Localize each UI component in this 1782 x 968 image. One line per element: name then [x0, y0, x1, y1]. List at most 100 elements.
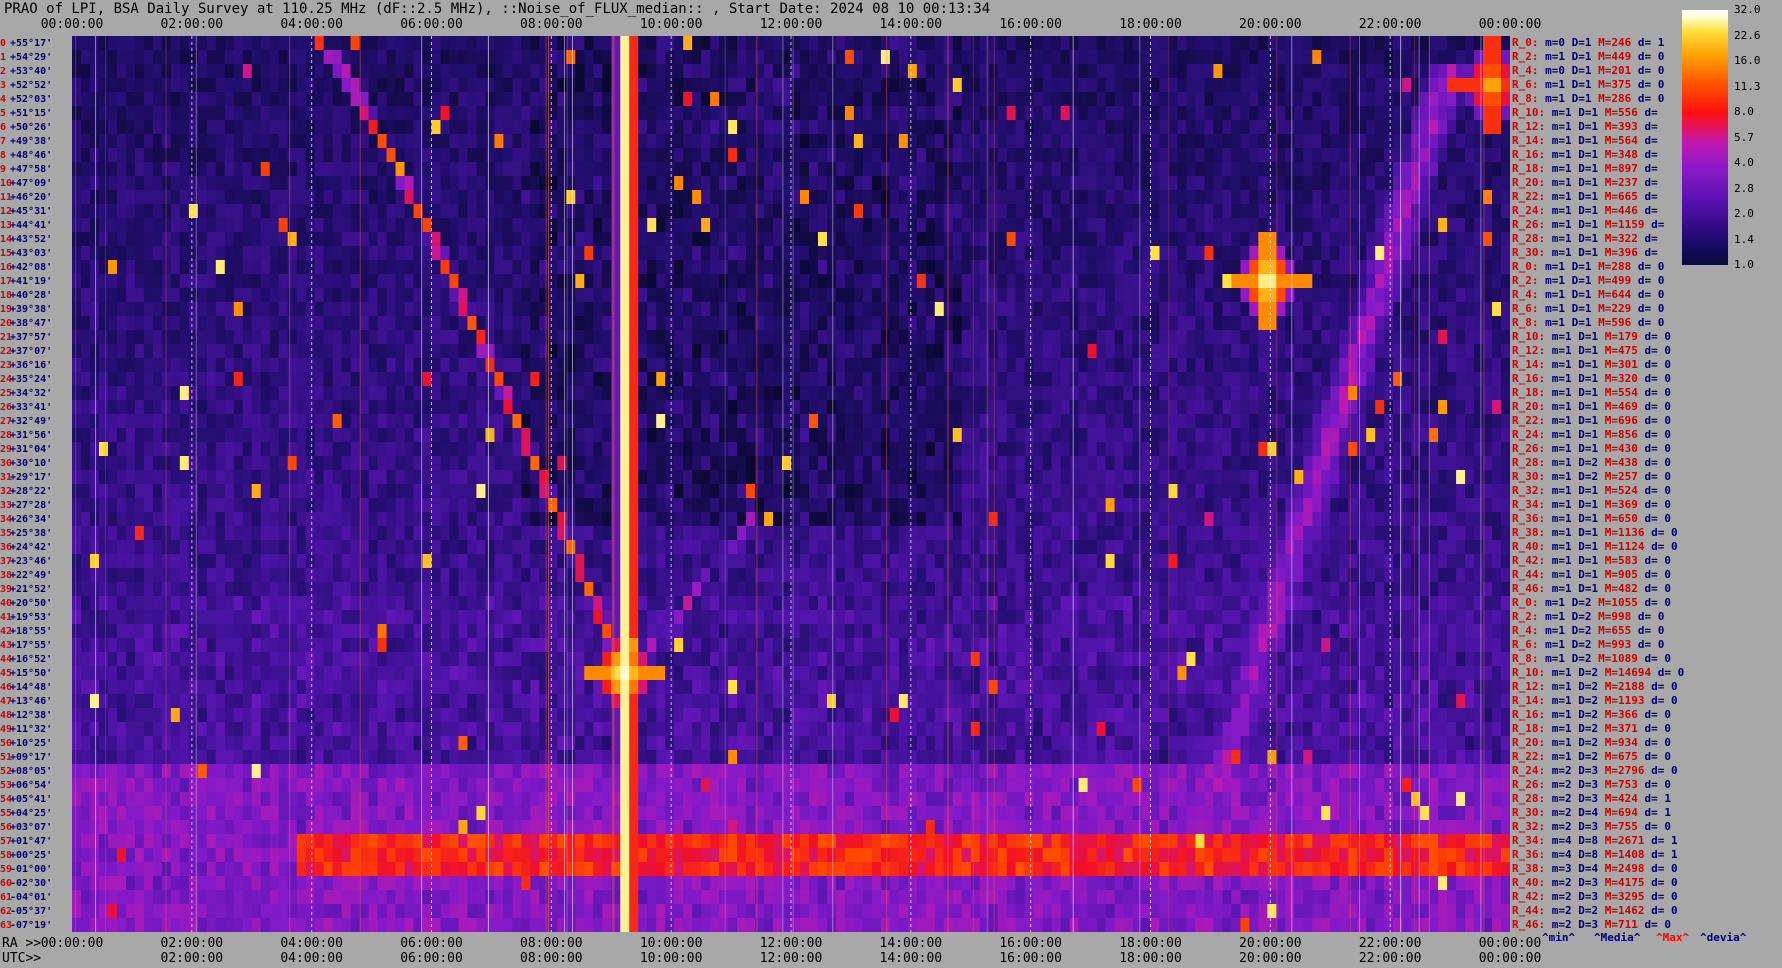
heatmap-cell	[1096, 176, 1107, 191]
heatmap-cell	[1231, 36, 1241, 51]
heatmap-cell	[1231, 204, 1241, 219]
heatmap-cell	[701, 162, 711, 177]
heatmap-cell	[566, 134, 576, 149]
heatmap-cell	[764, 106, 774, 121]
heatmap-cell	[260, 302, 271, 317]
heatmap-cell	[1114, 372, 1125, 387]
heatmap-cell	[260, 190, 271, 205]
heatmap-cell	[350, 246, 361, 261]
heatmap-cell	[1240, 274, 1250, 289]
heatmap-cell	[1249, 36, 1259, 51]
heatmap-cell	[467, 218, 478, 233]
heatmap-cell	[431, 92, 442, 107]
heatmap-cell	[143, 274, 154, 289]
heatmap-cell	[773, 246, 783, 261]
heatmap-cell	[1150, 176, 1161, 191]
heatmap-cell	[1348, 162, 1358, 177]
heatmap-cell	[692, 372, 702, 387]
heatmap-cell	[638, 106, 648, 121]
heatmap-cell	[1132, 288, 1143, 303]
heatmap-cell	[620, 344, 630, 359]
heatmap-cell	[341, 92, 352, 107]
heatmap-cell	[961, 162, 972, 177]
heatmap-cell	[72, 50, 82, 65]
heatmap-cell	[1438, 218, 1448, 233]
heatmap-cell	[584, 176, 594, 191]
heatmap-cell	[602, 428, 612, 443]
heatmap-cell	[791, 302, 801, 317]
heatmap-cell	[764, 36, 774, 51]
heatmap-cell	[1402, 428, 1412, 443]
heatmap-cell	[305, 64, 316, 79]
heatmap-cell	[377, 316, 388, 331]
heatmap-cell	[889, 190, 900, 205]
heatmap-cell	[1105, 344, 1116, 359]
heatmap-cell	[323, 302, 334, 317]
heatmap-cell	[467, 358, 478, 373]
heatmap-cell	[143, 218, 154, 233]
heatmap-cell	[817, 274, 828, 289]
heatmap-cell	[782, 36, 792, 51]
heatmap-cell	[988, 358, 999, 373]
heatmap-cell	[1330, 190, 1340, 205]
heatmap-cell	[880, 106, 891, 121]
heatmap-cell	[737, 134, 747, 149]
heatmap-cell	[197, 386, 208, 401]
heatmap-cell	[1042, 344, 1053, 359]
heatmap-cell	[719, 358, 729, 373]
heatmap-cell	[1042, 330, 1053, 345]
heatmap-cell	[620, 260, 630, 275]
heatmap-cell	[1240, 358, 1250, 373]
heatmap-cell	[1015, 106, 1026, 121]
heatmap-cell	[916, 386, 927, 401]
heatmap-cell	[1330, 106, 1340, 121]
declination-label: 45+15°50'	[0, 668, 52, 679]
heatmap-cell	[728, 218, 738, 233]
heatmap-cell	[1141, 414, 1152, 429]
heatmap-cell	[1294, 120, 1304, 135]
heatmap-cell	[215, 204, 226, 219]
heatmap-cell	[1087, 134, 1098, 149]
heatmap-cell	[1375, 176, 1385, 191]
heatmap-cell	[350, 64, 361, 79]
row-index: 32	[0, 485, 13, 497]
heatmap-cell	[1258, 400, 1268, 415]
heatmap-cell	[1114, 190, 1125, 205]
row-index: 31	[0, 471, 13, 483]
heatmap-cell	[1375, 414, 1385, 429]
heatmap-cell	[1294, 176, 1304, 191]
row-index: 48	[0, 709, 13, 721]
heatmap-cell	[368, 50, 379, 65]
heatmap-cell	[467, 162, 478, 177]
heatmap-cell	[1366, 162, 1376, 177]
heatmap-cell	[1150, 330, 1161, 345]
heatmap-cell	[368, 260, 379, 275]
heatmap-cell	[260, 218, 271, 233]
heatmap-cell	[530, 162, 540, 177]
heatmap-cell	[305, 190, 316, 205]
heatmap-cell	[683, 162, 693, 177]
heatmap-cell	[1375, 190, 1385, 205]
heatmap-cell	[197, 232, 208, 247]
heatmap-cell	[575, 316, 585, 331]
heatmap-cell	[1402, 148, 1412, 163]
heatmap-cell	[134, 148, 145, 163]
heatmap-cell	[359, 274, 370, 289]
heatmap-cell	[1258, 204, 1268, 219]
heatmap-cell	[826, 134, 837, 149]
heatmap-cell	[377, 204, 388, 219]
heatmap-cell	[1159, 106, 1170, 121]
heatmap-cell	[934, 92, 945, 107]
heatmap-cell	[943, 78, 954, 93]
heatmap-cell	[656, 302, 666, 317]
heatmap-cell	[1267, 386, 1277, 401]
heatmap-cell	[1024, 246, 1035, 261]
heatmap-cell	[1105, 400, 1116, 415]
heatmap-cell	[161, 274, 172, 289]
heatmap-cell	[143, 372, 154, 387]
heatmap-cell	[1114, 120, 1125, 135]
heatmap-cell	[1150, 316, 1161, 331]
heatmap-cell	[170, 400, 181, 415]
heatmap-cell	[260, 64, 271, 79]
heatmap-cell	[1420, 274, 1430, 289]
